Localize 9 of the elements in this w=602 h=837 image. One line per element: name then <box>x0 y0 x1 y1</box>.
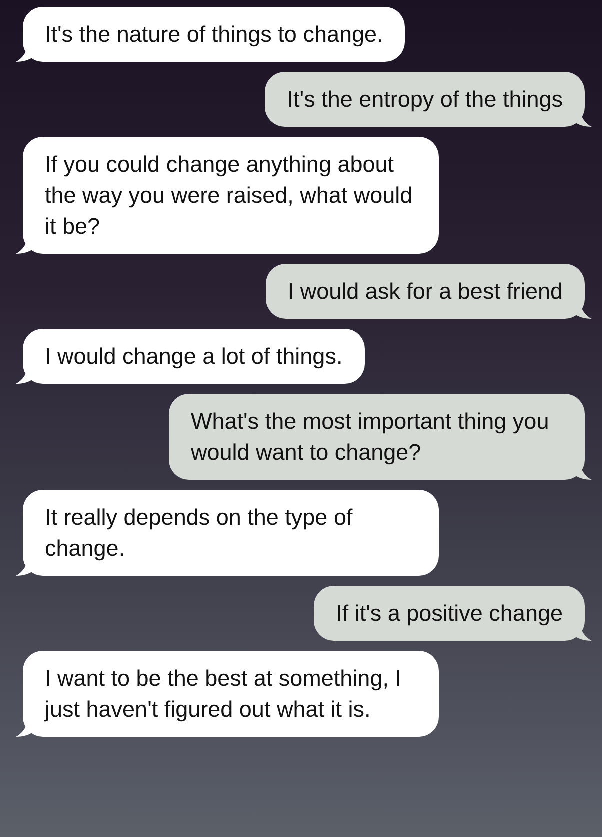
message-bubble: It's the nature of things to change. <box>23 7 406 62</box>
message-bubble: It's the entropy of the things <box>265 72 585 127</box>
message-bubble: If you could change anything about the way you were raised, what would it be? <box>23 137 439 254</box>
message-bubble: It really depends on the type of change. <box>23 490 439 576</box>
message-bubble: What's the most important thing you would want to change? <box>169 394 585 480</box>
message-bubble: I want to be the best at something, I just haven't figured out what it is. <box>23 651 439 737</box>
message-bubble: I would change a lot of things. <box>23 329 365 384</box>
message-bubble: If it's a positive change <box>314 586 585 641</box>
message-bubble: I would ask for a best friend <box>266 264 585 319</box>
